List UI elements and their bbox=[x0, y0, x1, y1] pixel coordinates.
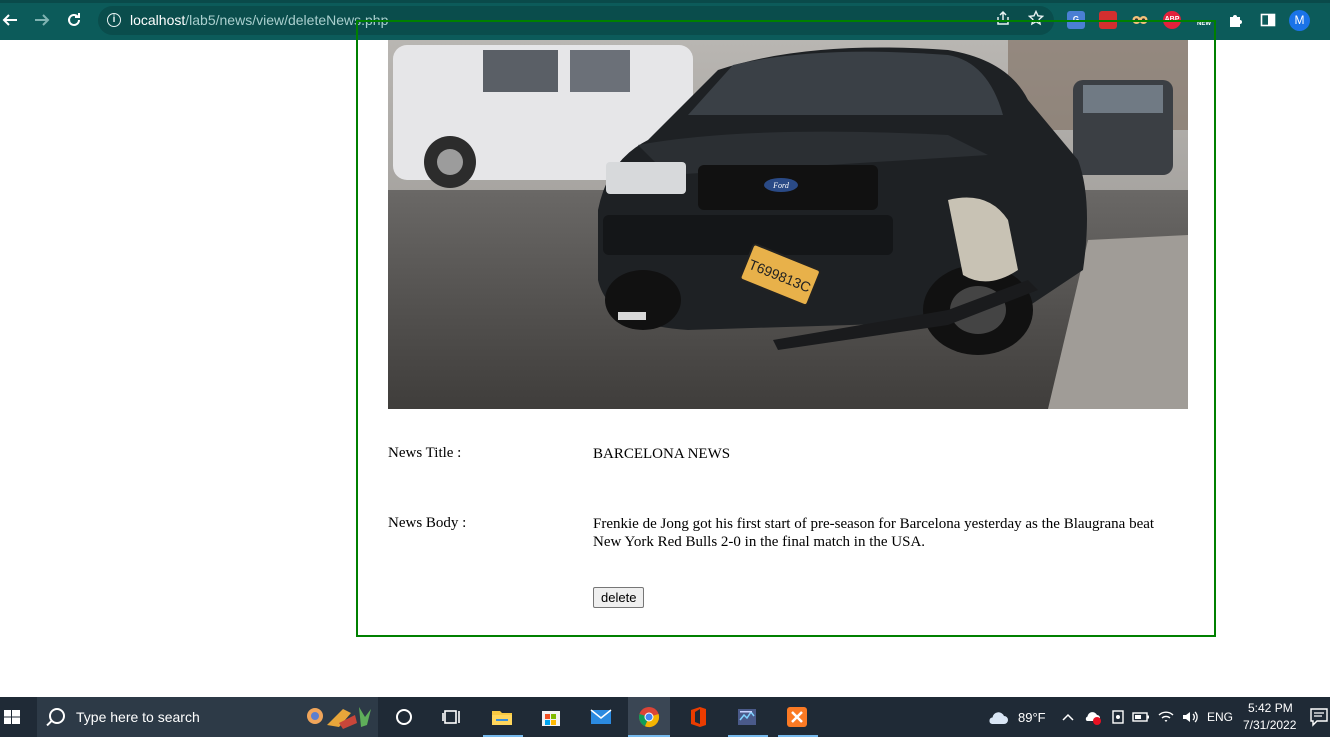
arrow-right-icon bbox=[35, 14, 50, 26]
task-manager-icon[interactable] bbox=[735, 705, 759, 729]
start-button[interactable] bbox=[0, 697, 32, 737]
chevron-up-icon[interactable] bbox=[1060, 706, 1084, 730]
news-body-value: Frenkie de Jong got his first start of p… bbox=[593, 516, 1155, 550]
puzzle-extensions-icon[interactable] bbox=[1227, 11, 1245, 29]
office-icon[interactable] bbox=[686, 705, 710, 729]
mail-icon[interactable] bbox=[589, 705, 613, 729]
car-accident-photo: Ford T699813C bbox=[388, 40, 1188, 409]
volume-icon[interactable] bbox=[1180, 707, 1204, 731]
weather-cloud-icon[interactable] bbox=[986, 706, 1010, 730]
xampp-icon[interactable] bbox=[785, 705, 809, 729]
url-host: localhost bbox=[130, 12, 186, 28]
weather-temperature[interactable]: 89°F bbox=[1018, 710, 1046, 725]
search-placeholder: Type here to search bbox=[76, 709, 200, 725]
notification-center-icon[interactable] bbox=[1308, 706, 1330, 730]
back-button[interactable] bbox=[0, 4, 26, 36]
clock-date[interactable]: 7/31/2022 bbox=[1243, 718, 1296, 732]
reload-icon bbox=[68, 13, 80, 26]
chrome-taskbar-button[interactable] bbox=[628, 697, 670, 737]
profile-avatar[interactable]: M bbox=[1289, 10, 1310, 31]
news-title-value: BARCELONA NEWS bbox=[593, 446, 731, 462]
device-icon[interactable] bbox=[1108, 707, 1132, 731]
windows-logo-icon bbox=[4, 710, 20, 724]
ford-logo: Ford bbox=[772, 181, 790, 190]
onedrive-error-icon[interactable] bbox=[1083, 707, 1107, 731]
forward-button[interactable] bbox=[26, 4, 58, 36]
side-panel-icon[interactable] bbox=[1259, 11, 1277, 29]
site-info-icon[interactable]: i bbox=[107, 13, 121, 27]
news-title-label: News Title : bbox=[388, 445, 462, 461]
news-body-label: News Body : bbox=[388, 515, 467, 531]
search-highlight-icon bbox=[307, 707, 371, 729]
news-image: Ford T699813C bbox=[388, 40, 1188, 409]
delete-button[interactable]: delete bbox=[593, 587, 645, 608]
reload-button[interactable] bbox=[58, 4, 90, 36]
cortana-icon[interactable] bbox=[392, 705, 416, 729]
windows-taskbar: Type here to search 89°F ENG 5:42 PM 7/3… bbox=[0, 697, 1330, 737]
url-text[interactable]: localhost/lab5/news/view/deleteNews.php bbox=[130, 12, 388, 28]
clock-time[interactable]: 5:42 PM bbox=[1248, 701, 1293, 715]
battery-icon[interactable] bbox=[1131, 707, 1155, 731]
language-indicator[interactable]: ENG bbox=[1207, 710, 1233, 724]
search-icon bbox=[49, 708, 65, 724]
taskbar-search-box[interactable]: Type here to search bbox=[37, 697, 378, 737]
task-view-icon[interactable] bbox=[440, 705, 464, 729]
wifi-icon[interactable] bbox=[1156, 707, 1180, 731]
file-explorer-icon[interactable] bbox=[490, 705, 514, 729]
arrow-left-icon bbox=[2, 14, 17, 26]
chrome-icon bbox=[639, 707, 660, 728]
microsoft-store-icon[interactable] bbox=[539, 705, 563, 729]
